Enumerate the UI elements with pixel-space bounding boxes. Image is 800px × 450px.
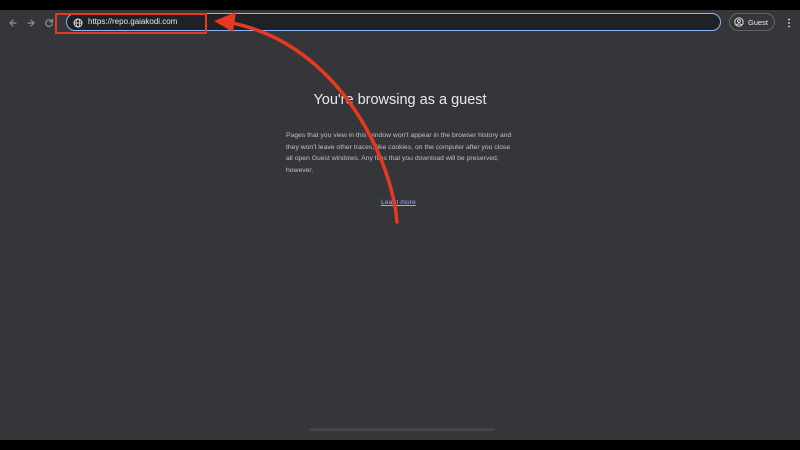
profile-button[interactable]: Guest: [729, 13, 775, 31]
guest-description: Pages that you view in this window won't…: [286, 132, 512, 174]
arrow-left-icon: [9, 19, 17, 27]
address-bar[interactable]: https://repo.gaiakodi.com: [66, 13, 721, 31]
kebab-menu-icon: [788, 18, 790, 28]
globe-icon: [73, 18, 82, 27]
back-button[interactable]: [4, 14, 22, 32]
profile-label: Guest: [748, 17, 769, 27]
address-bar-url[interactable]: https://repo.gaiakodi.com: [88, 16, 177, 28]
site-info-button[interactable]: [72, 17, 83, 28]
account-circle-icon: [734, 17, 744, 27]
page-title: You're browsing as a guest: [313, 92, 487, 108]
reload-button[interactable]: [40, 14, 58, 32]
browser-menu-button[interactable]: [784, 14, 794, 32]
forward-button[interactable]: [22, 14, 40, 32]
reload-icon: [45, 18, 54, 27]
learn-more-link[interactable]: Learn more: [381, 198, 416, 208]
browser-window: https://repo.gaiakodi.com Guest You're b…: [0, 10, 800, 440]
guest-new-tab-page: You're browsing as a guest Pages that yo…: [0, 36, 800, 440]
arrow-right-icon: [27, 19, 35, 27]
bottom-scroll-indicator: [310, 428, 495, 431]
browser-toolbar: https://repo.gaiakodi.com Guest: [0, 10, 800, 36]
